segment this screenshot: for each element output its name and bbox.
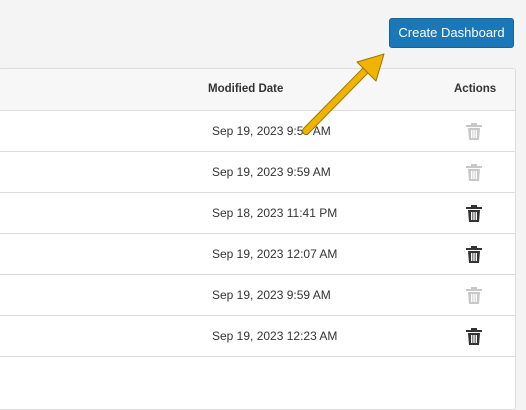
modified-date-cell: Sep 19, 2023 12:23 AM (212, 329, 338, 343)
modified-date-cell: Sep 19, 2023 9:59 AM (212, 288, 331, 302)
column-header-actions: Actions (454, 83, 497, 95)
dashboards-table: Modified Date Actions Sep 19, 2023 9:59 … (0, 68, 516, 410)
modified-date-cell: Sep 19, 2023 9:59 AM (212, 124, 331, 138)
table-row[interactable]: Sep 19, 2023 12:23 AM (0, 316, 515, 357)
modified-date-cell: Sep 19, 2023 9:59 AM (212, 165, 331, 179)
trash-icon[interactable] (466, 287, 482, 304)
trash-icon[interactable] (466, 328, 482, 345)
modified-date-cell: Sep 18, 2023 11:41 PM (212, 206, 338, 220)
table-row[interactable]: Sep 18, 2023 11:41 PM (0, 193, 515, 234)
table-header: Modified Date Actions (0, 69, 515, 111)
trash-icon[interactable] (466, 164, 482, 181)
create-dashboard-button[interactable]: Create Dashboard (389, 18, 514, 48)
table-row[interactable]: Sep 19, 2023 9:59 AM (0, 111, 515, 152)
modified-date-cell: Sep 19, 2023 12:07 AM (212, 247, 338, 261)
column-header-modified-date[interactable]: Modified Date (208, 69, 283, 110)
trash-icon[interactable] (466, 205, 482, 222)
table-row[interactable]: Sep 19, 2023 12:07 AM (0, 234, 515, 275)
trash-icon[interactable] (466, 246, 482, 263)
table-row[interactable]: Sep 19, 2023 9:59 AM (0, 275, 515, 316)
trash-icon[interactable] (466, 123, 482, 140)
table-row[interactable]: Sep 19, 2023 9:59 AM (0, 152, 515, 193)
